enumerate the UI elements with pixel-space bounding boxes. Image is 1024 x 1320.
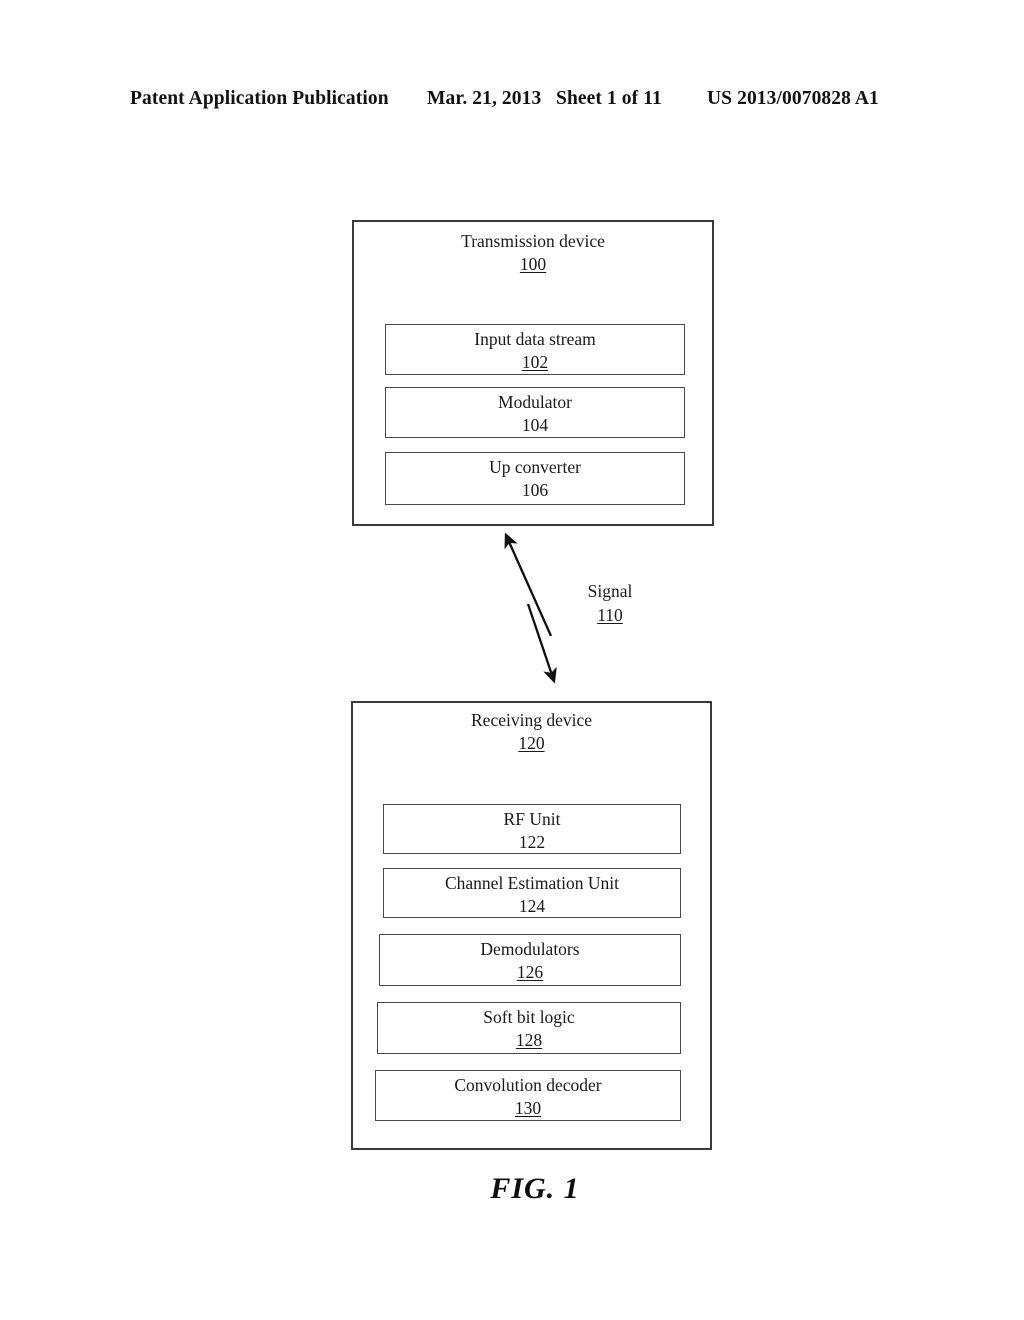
signal-label: Signal: [587, 581, 633, 601]
up-converter-box: Up converter 106: [385, 452, 685, 505]
convolution-decoder-label: Convolution decoder: [454, 1075, 602, 1095]
figure-diagram: Transmission device 100 Input data strea…: [0, 0, 1024, 1320]
receiving-device-label: Receiving device: [471, 710, 592, 730]
channel-estimation-unit-ref: 124: [518, 896, 546, 916]
receiving-device-title: Receiving device 120: [353, 709, 710, 755]
channel-estimation-unit-label: Channel Estimation Unit: [444, 873, 619, 893]
rf-unit-ref: 122: [518, 832, 546, 852]
transmission-device-label: Transmission device: [461, 231, 605, 251]
input-data-stream-box: Input data stream 102: [385, 324, 685, 375]
demodulators-ref: 126: [516, 962, 544, 982]
signal-ref: 110: [597, 605, 623, 625]
input-data-stream-ref: 102: [521, 352, 549, 372]
transmission-device-box: Transmission device 100 Input data strea…: [352, 220, 714, 526]
demodulators-box: Demodulators 126: [379, 934, 681, 986]
soft-bit-logic-ref: 128: [515, 1030, 543, 1050]
input-data-stream-label: Input data stream: [474, 329, 596, 349]
channel-estimation-unit-box: Channel Estimation Unit 124: [383, 868, 681, 918]
transmission-device-ref: 100: [519, 254, 547, 274]
up-converter-label: Up converter: [489, 457, 581, 477]
signal-label-group: Signal 110: [565, 579, 655, 627]
transmission-device-title: Transmission device 100: [354, 230, 712, 276]
rf-unit-label: RF Unit: [503, 809, 561, 829]
receiving-device-ref: 120: [518, 733, 545, 753]
modulator-ref: 104: [521, 415, 549, 435]
figure-caption: FIG. 1: [0, 1172, 1024, 1206]
rf-unit-box: RF Unit 122: [383, 804, 681, 854]
convolution-decoder-box: Convolution decoder 130: [375, 1070, 681, 1121]
figure-caption-text: FIG. 1: [490, 1172, 580, 1205]
receiving-device-box: Receiving device 120 RF Unit 122 Channel…: [351, 701, 712, 1150]
soft-bit-logic-box: Soft bit logic 128: [377, 1002, 681, 1054]
demodulators-label: Demodulators: [480, 939, 580, 959]
convolution-decoder-ref: 130: [514, 1098, 542, 1118]
soft-bit-logic-label: Soft bit logic: [483, 1007, 575, 1027]
up-converter-ref: 106: [521, 480, 549, 500]
modulator-label: Modulator: [498, 392, 572, 412]
modulator-box: Modulator 104: [385, 387, 685, 438]
